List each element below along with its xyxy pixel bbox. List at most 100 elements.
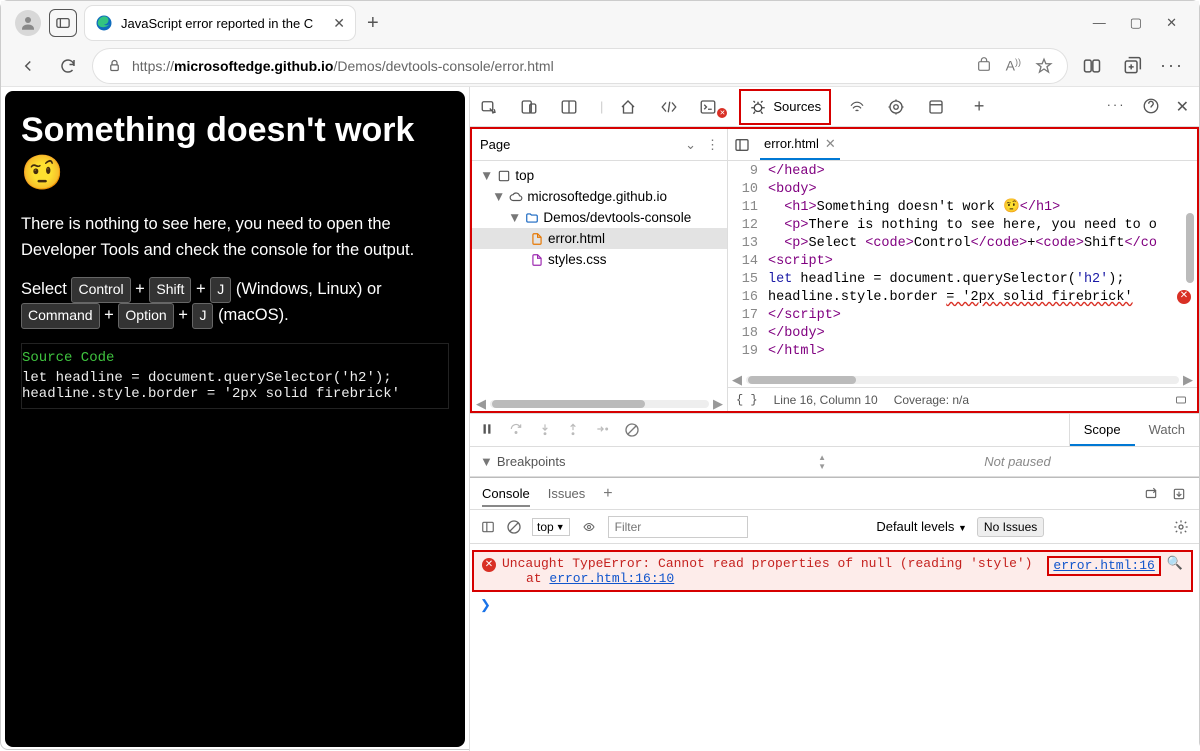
code-line[interactable]: 11 <h1>Something doesn't work 🤨</h1> xyxy=(728,199,1197,217)
context-selector[interactable]: top ▼ xyxy=(532,518,570,536)
code-line[interactable]: 14<script> xyxy=(728,253,1197,271)
sidebar-toggle-icon[interactable] xyxy=(480,520,496,534)
status-more-icon[interactable] xyxy=(1173,394,1189,406)
minimize-icon[interactable]: — xyxy=(1093,15,1106,31)
tree-file-error-html[interactable]: error.html xyxy=(472,228,727,249)
url-text: https://microsoftedge.github.io/Demos/de… xyxy=(132,58,554,74)
new-tab-button[interactable]: + xyxy=(367,12,379,35)
deactivate-breakpoints-icon[interactable] xyxy=(624,422,640,438)
close-window-icon[interactable]: ✕ xyxy=(1166,15,1177,31)
device-icon[interactable] xyxy=(520,98,544,116)
scope-tab[interactable]: Scope xyxy=(1070,414,1135,446)
step-out-icon[interactable] xyxy=(566,422,580,438)
inspect-icon[interactable] xyxy=(480,98,504,116)
stack-link[interactable]: error.html:16:10 xyxy=(549,571,674,586)
console-prompt[interactable]: ❯ xyxy=(470,594,1199,617)
read-aloud-icon[interactable]: A)) xyxy=(1006,57,1021,75)
error-source-link[interactable]: error.html:16 xyxy=(1047,556,1160,576)
kbd-j2: J xyxy=(192,303,213,329)
debugger-toolbar: Scope Watch xyxy=(470,413,1199,447)
code-line[interactable]: 13 <p>Select <code>Control</code>+<code>… xyxy=(728,235,1197,253)
collections-icon[interactable] xyxy=(1117,51,1147,81)
no-issues-chip[interactable]: No Issues xyxy=(977,517,1044,537)
watch-tab[interactable]: Watch xyxy=(1135,414,1199,446)
cloud-icon xyxy=(509,190,523,204)
navigator-panel: Page ⌄ ⋮ ▼ top ▼ microsoftedge.github.io… xyxy=(472,129,728,411)
issues-tab[interactable]: Issues xyxy=(548,486,586,501)
back-button[interactable] xyxy=(13,51,43,81)
editor-tab-error-html[interactable]: error.html ✕ xyxy=(760,129,840,160)
refresh-button[interactable] xyxy=(53,51,83,81)
close-file-icon[interactable]: ✕ xyxy=(825,136,836,152)
step-icon[interactable] xyxy=(594,422,610,438)
code-line[interactable]: 17</script> xyxy=(728,307,1197,325)
search-error-icon[interactable]: 🔍 xyxy=(1167,556,1183,586)
page-content: Something doesn't work 🤨 There is nothin… xyxy=(5,91,465,747)
browser-tab[interactable]: JavaScript error reported in the C ✕ xyxy=(85,6,355,40)
close-tab-icon[interactable]: ✕ xyxy=(333,15,345,32)
favorite-icon[interactable] xyxy=(1035,57,1053,75)
breakpoints-section[interactable]: ▼ Breakpoints▲▼ xyxy=(470,453,836,471)
dock-icon[interactable] xyxy=(560,98,584,116)
tree-node-folder[interactable]: ▼ Demos/devtools-console xyxy=(472,207,727,228)
code-title: Source Code xyxy=(22,350,448,366)
kbd-j: J xyxy=(210,277,231,303)
code-line[interactable]: 12 <p>There is nothing to see here, you … xyxy=(728,217,1197,235)
help-icon[interactable] xyxy=(1142,97,1160,117)
split-screen-icon[interactable] xyxy=(1077,51,1107,81)
network-tab-icon[interactable] xyxy=(847,99,871,115)
address-bar[interactable]: https://microsoftedge.github.io/Demos/de… xyxy=(93,49,1067,83)
cursor-position: Line 16, Column 10 xyxy=(774,393,878,407)
window-titlebar: JavaScript error reported in the C ✕ + —… xyxy=(1,1,1199,45)
code-view[interactable]: 9</head>10<body>11 <h1>Something doesn't… xyxy=(728,161,1197,361)
editor-hscroll[interactable]: ◀▶ xyxy=(728,373,1197,387)
welcome-tab-icon[interactable] xyxy=(619,98,643,116)
filter-input[interactable] xyxy=(608,516,748,538)
levels-selector[interactable]: Default levels ▼ xyxy=(876,519,967,534)
console-error-message[interactable]: ✕ Uncaught TypeError: Cannot read proper… xyxy=(472,550,1193,592)
sources-tab[interactable]: Sources xyxy=(739,89,831,125)
add-drawer-tab-icon[interactable]: + xyxy=(603,485,612,503)
console-drawer: Console Issues + top ▼ Default levels ▼ … xyxy=(470,477,1199,751)
more-icon[interactable]: ⋮ xyxy=(706,137,719,153)
toggle-navigator-icon[interactable] xyxy=(734,137,750,153)
profile-avatar[interactable] xyxy=(15,10,41,36)
navigator-hscroll[interactable]: ◀▶ xyxy=(472,397,727,411)
close-devtools-icon[interactable]: ✕ xyxy=(1176,97,1189,117)
shopping-icon[interactable] xyxy=(976,57,992,73)
performance-tab-icon[interactable] xyxy=(887,98,911,116)
pause-icon[interactable] xyxy=(480,422,494,438)
devtools-panel: | ✕ Sources + ··· ✕ Page xyxy=(469,87,1199,751)
elements-tab-icon[interactable] xyxy=(659,98,683,116)
code-line[interactable]: 16headline.style.border = '2px solid fir… xyxy=(728,289,1197,307)
more-tools-icon[interactable]: ··· xyxy=(1107,97,1126,117)
application-tab-icon[interactable] xyxy=(927,98,951,116)
live-expression-icon[interactable] xyxy=(580,521,598,533)
code-line[interactable]: 10<body> xyxy=(728,181,1197,199)
editor-vscroll[interactable] xyxy=(1183,193,1197,349)
page-selector-label[interactable]: Page xyxy=(480,137,685,152)
console-tab-icon[interactable]: ✕ xyxy=(699,98,723,116)
dock-drawer-icon[interactable] xyxy=(1171,487,1187,501)
tree-node-top[interactable]: ▼ top xyxy=(472,165,727,186)
code-editor: error.html ✕ 9</head>10<body>11 <h1>Some… xyxy=(728,129,1197,411)
console-tab[interactable]: Console xyxy=(482,486,530,507)
step-over-icon[interactable] xyxy=(508,422,524,438)
code-line[interactable]: 15let headline = document.querySelector(… xyxy=(728,271,1197,289)
workspaces-button[interactable] xyxy=(49,9,77,37)
console-settings-icon[interactable] xyxy=(1173,519,1189,535)
tree-file-styles-css[interactable]: styles.css xyxy=(472,249,727,270)
pretty-print-icon[interactable]: { } xyxy=(736,393,758,407)
menu-button[interactable]: ··· xyxy=(1157,51,1187,81)
chevron-down-icon[interactable]: ⌄ xyxy=(685,137,696,153)
maximize-icon[interactable]: ▢ xyxy=(1130,15,1142,31)
code-line[interactable]: 18</body> xyxy=(728,325,1197,343)
code-line[interactable]: 19</html> xyxy=(728,343,1197,361)
step-into-icon[interactable] xyxy=(538,422,552,438)
code-line: headline.style.border = '2px solid fireb… xyxy=(22,386,448,402)
tree-node-host[interactable]: ▼ microsoftedge.github.io xyxy=(472,186,727,207)
code-line[interactable]: 9</head> xyxy=(728,163,1197,181)
more-tabs-icon[interactable]: + xyxy=(967,96,991,117)
clear-console-icon[interactable] xyxy=(506,519,522,535)
expand-drawer-icon[interactable] xyxy=(1143,487,1159,501)
